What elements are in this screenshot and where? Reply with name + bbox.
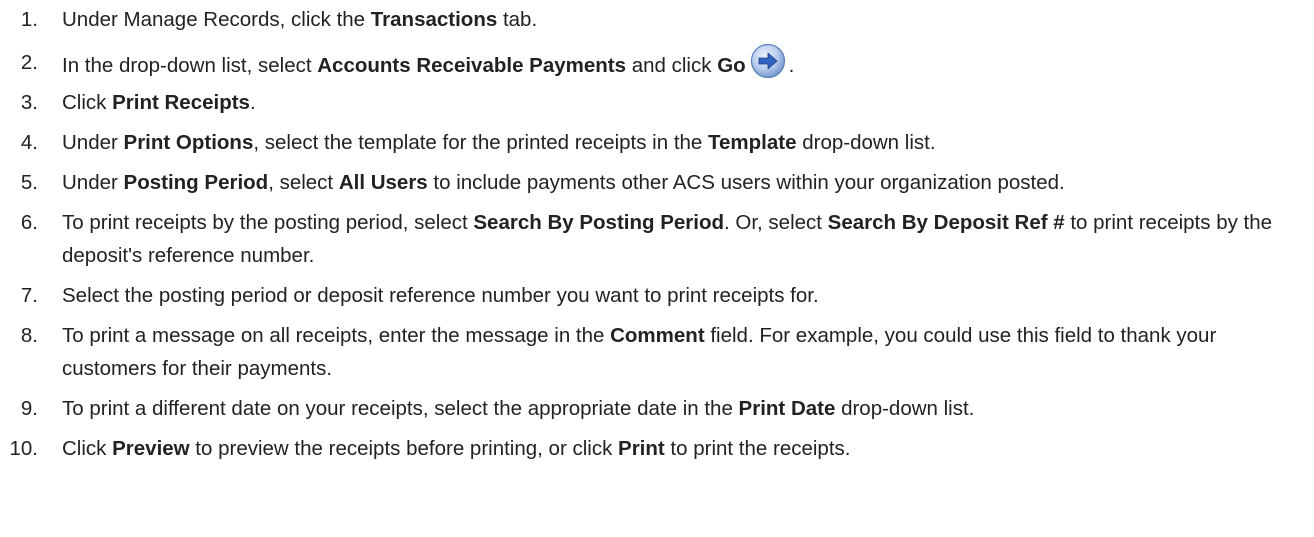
step-text: . xyxy=(788,54,795,77)
step-text: Select the posting period or deposit ref… xyxy=(62,284,819,307)
bold-term: Print xyxy=(618,437,665,460)
step-text: Click xyxy=(62,91,113,114)
step-text: Under Manage Records, click the xyxy=(62,8,371,31)
bold-term: Comment xyxy=(610,324,705,347)
bold-term: Print Options xyxy=(123,131,254,154)
step-number: 9. xyxy=(20,397,38,420)
step-text: drop-down list. xyxy=(835,397,975,420)
bold-term: Preview xyxy=(112,437,190,460)
step-number: 2. xyxy=(20,51,38,74)
bold-term: Accounts Receivable Payments xyxy=(317,54,627,77)
step-10: 10. Click Preview to preview the receipts… xyxy=(0,432,1314,465)
step-text: To print a different date on your receip… xyxy=(62,397,739,420)
step-number: 4. xyxy=(20,131,38,154)
bold-term: Search By Posting Period xyxy=(473,211,724,234)
step-text: To print receipts by the posting period,… xyxy=(62,211,474,234)
step-5: 5. Under Posting Period, select All Users… xyxy=(0,166,1314,199)
step-9: 9. To print a different date on your rece… xyxy=(0,392,1314,425)
step-3: 3. Click Print Receipts. xyxy=(0,86,1314,119)
step-number: 7. xyxy=(20,284,38,307)
step-text: Click xyxy=(62,437,113,460)
step-text: to print the receipts. xyxy=(664,437,851,460)
step-text: , select the template for the printed re… xyxy=(253,131,709,154)
step-6: 6. To print receipts by the posting perio… xyxy=(0,206,1314,272)
step-text: Under xyxy=(62,131,124,154)
bold-term: Go xyxy=(717,54,746,77)
step-text: drop-down list. xyxy=(796,131,936,154)
step-number: 6. xyxy=(20,211,38,234)
step-text: . xyxy=(249,91,256,114)
instruction-steps-list: 1. Under Manage Records, click the Transa… xyxy=(0,3,1314,472)
step-text: to include payments other ACS users with… xyxy=(427,171,1065,194)
step-number: 10. xyxy=(9,437,39,460)
step-text: , select xyxy=(268,171,339,194)
step-text: Under xyxy=(62,171,124,194)
step-1: 1. Under Manage Records, click the Transa… xyxy=(0,3,1314,36)
step-8: 8. To print a message on all receipts, en… xyxy=(0,319,1314,385)
step-text: In the drop-down list, select xyxy=(62,54,318,77)
step-7: 7. Select the posting period or deposit r… xyxy=(0,279,1314,312)
step-text: To print a message on all receipts, ente… xyxy=(62,324,611,347)
bold-term: Transactions xyxy=(370,8,498,31)
step-text: and click xyxy=(626,54,718,77)
step-number: 8. xyxy=(20,324,38,347)
bold-term: Search By Deposit Ref # xyxy=(827,211,1065,234)
bold-term: All Users xyxy=(338,171,428,194)
step-text: to preview the receipts before printing,… xyxy=(189,437,619,460)
go-arrow-icon[interactable] xyxy=(750,43,786,79)
step-number: 5. xyxy=(20,171,38,194)
step-2: 2. In the drop-down list, select Accounts… xyxy=(0,43,1314,86)
step-number: 3. xyxy=(20,91,38,114)
step-4: 4. Under Print Options, select the templa… xyxy=(0,126,1314,159)
step-text: tab. xyxy=(497,8,538,31)
bold-term: Print Receipts xyxy=(112,91,250,114)
step-number: 1. xyxy=(20,8,38,31)
bold-term: Print Date xyxy=(738,397,836,420)
bold-term: Template xyxy=(708,131,797,154)
step-text: . Or, select xyxy=(724,211,828,234)
bold-term: Posting Period xyxy=(123,171,269,194)
